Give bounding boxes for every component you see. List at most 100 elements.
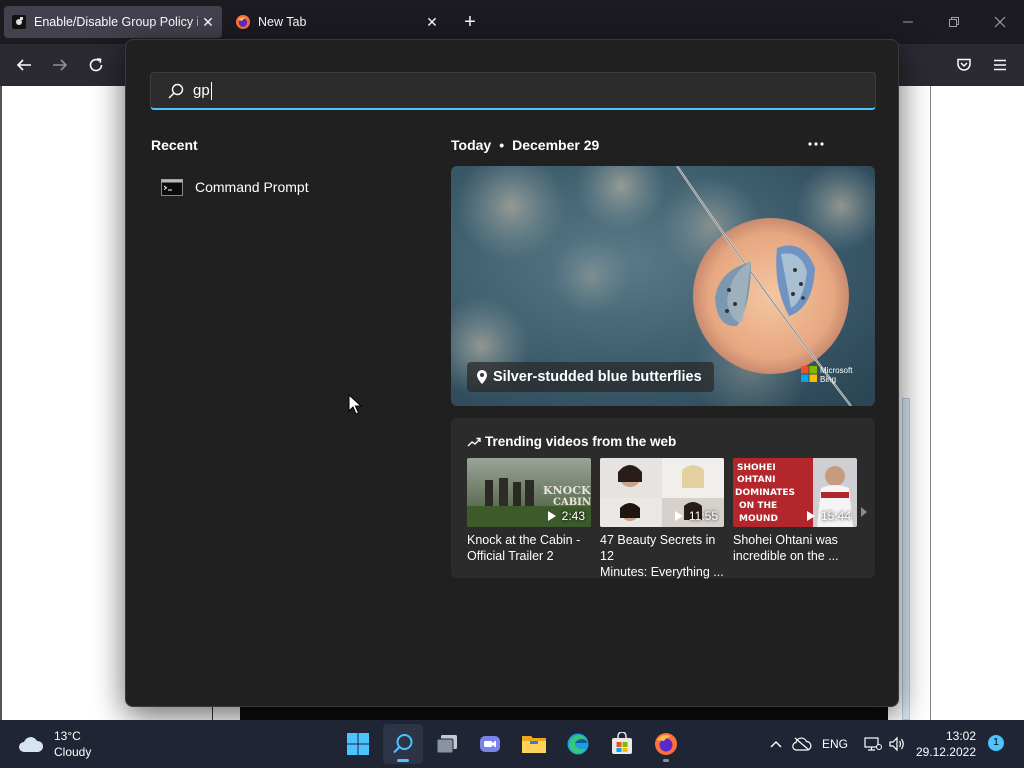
page-divider (212, 706, 213, 720)
svg-text:KNOCK: KNOCK (543, 484, 591, 497)
play-icon (674, 511, 683, 521)
browser-tab-strip: Enable/Disable Group Policy in ✕ New Tab… (0, 0, 1024, 44)
search-input[interactable]: gp (150, 72, 876, 110)
taskbar: 13°C Cloudy ENG 13:02 29.12.2022 1 (0, 720, 1024, 768)
folder-icon (522, 736, 546, 753)
bing-logo-text: Microsoft Bing (820, 366, 853, 384)
video-item[interactable]: SHOHEI OHTANI DOMINATES ON THE MOUND 15:… (733, 458, 857, 564)
close-tab-icon[interactable]: ✕ (198, 14, 218, 31)
start-button[interactable] (338, 724, 378, 764)
video-item[interactable]: 11:55 47 Beauty Secrets in 12 Minutes: E… (600, 458, 724, 580)
svg-text:OHTANI: OHTANI (737, 475, 775, 485)
text-caret (210, 81, 212, 100)
forward-arrow-icon[interactable] (49, 54, 71, 76)
system-clock[interactable]: 13:02 29.12.2022 (910, 728, 976, 760)
play-icon (547, 511, 556, 521)
close-window-icon[interactable] (990, 12, 1010, 32)
recent-item-label: Command Prompt (195, 179, 309, 195)
back-arrow-icon[interactable] (13, 54, 35, 76)
hamburger-menu-icon[interactable] (989, 54, 1011, 76)
task-view-icon (436, 735, 457, 754)
svg-text:MOUND: MOUND (739, 514, 778, 524)
windows-logo-icon (347, 733, 369, 755)
video-title: Shohei Ohtani was incredible on the ... (733, 533, 839, 563)
chat-icon (480, 736, 500, 752)
separator-dot: • (499, 137, 505, 153)
site-favicon (12, 15, 26, 29)
restore-icon[interactable] (944, 12, 964, 32)
show-hidden-icons-chevron-icon[interactable] (766, 734, 786, 754)
video-duration: 2:43 (547, 509, 585, 523)
video-thumbnail: KNOCK CABIN 2:43 (467, 458, 591, 527)
svg-text:DOMINATES: DOMINATES (735, 488, 795, 498)
teams-chat-button[interactable] (470, 724, 510, 764)
page-scroll-region (902, 398, 910, 720)
video-duration: 11:55 (674, 509, 718, 523)
edge-browser-button[interactable] (558, 724, 598, 764)
video-title: Knock at the Cabin - Official Trailer 2 (467, 533, 581, 563)
notification-badge[interactable]: 1 (988, 735, 1004, 751)
new-tab-button[interactable]: + (458, 10, 482, 34)
network-icon[interactable] (862, 734, 884, 754)
command-prompt-icon (161, 178, 183, 196)
firefox-taskbar-button[interactable] (646, 724, 686, 764)
more-options-icon[interactable] (802, 132, 830, 156)
language-indicator[interactable]: ENG (818, 734, 852, 754)
tab-title: Enable/Disable Group Policy in (34, 15, 198, 29)
tab-group-policy[interactable]: Enable/Disable Group Policy in ✕ (4, 6, 222, 38)
file-explorer-button[interactable] (514, 724, 554, 764)
minimize-icon[interactable] (898, 12, 918, 32)
search-icon (168, 83, 184, 98)
cloud-icon (19, 737, 44, 752)
firefox-icon (236, 15, 250, 29)
trending-videos-card: Trending videos from the web KNOCK CABIN… (451, 418, 875, 580)
active-indicator (397, 759, 409, 762)
running-indicator (663, 759, 669, 762)
svg-text:ON THE: ON THE (739, 501, 777, 511)
volume-icon[interactable] (886, 734, 908, 754)
edge-icon (567, 733, 589, 755)
trending-title: Trending videos from the web (467, 434, 676, 449)
close-tab-icon[interactable]: ✕ (422, 14, 442, 31)
page-dark-strip (240, 706, 888, 720)
firefox-icon (655, 733, 677, 755)
microsoft-bing-logo: Microsoft Bing (801, 366, 864, 384)
video-title: 47 Beauty Secrets in 12 Minutes: Everyth… (600, 533, 724, 579)
tab-new-tab[interactable]: New Tab ✕ (228, 6, 446, 38)
scroll-right-icon[interactable] (859, 506, 869, 518)
weather-condition: Cloudy (54, 745, 92, 759)
today-label: Today (451, 137, 492, 153)
clock-time: 13:02 (945, 729, 976, 743)
microsoft-store-button[interactable] (602, 724, 642, 764)
onedrive-cloud-icon[interactable] (790, 734, 814, 754)
search-icon (393, 734, 413, 754)
trending-arrow-icon (467, 437, 481, 446)
page-left-edge (0, 86, 2, 720)
video-thumbnail: SHOHEI OHTANI DOMINATES ON THE MOUND 15:… (733, 458, 857, 527)
recent-heading: Recent (151, 137, 198, 153)
clock-date: 29.12.2022 (915, 745, 976, 759)
taskbar-search-button[interactable] (383, 724, 423, 764)
image-caption[interactable]: Silver-studded blue butterflies (467, 362, 714, 392)
reload-icon[interactable] (85, 54, 107, 76)
windows-search-flyout: gp Recent Command Prompt Today • Decembe… (125, 39, 899, 707)
video-thumbnail: 11:55 (600, 458, 724, 527)
recent-item-command-prompt[interactable]: Command Prompt (151, 170, 421, 204)
microsoft-logo-icon (801, 366, 817, 382)
video-item[interactable]: KNOCK CABIN 2:43 Knock at the Cabin - Of… (467, 458, 591, 564)
task-view-button[interactable] (427, 724, 467, 764)
featured-image-card[interactable]: Silver-studded blue butterflies Microsof… (451, 166, 875, 406)
weather-widget[interactable]: 13°C Cloudy (10, 724, 156, 764)
svg-text:CABIN: CABIN (553, 497, 591, 508)
location-pin-icon (477, 370, 487, 384)
tab-title: New Tab (258, 15, 307, 29)
store-icon (612, 732, 632, 754)
mouse-cursor-icon (348, 394, 362, 415)
pocket-icon[interactable] (953, 54, 975, 76)
video-duration: 15:44 (806, 509, 851, 523)
search-query: gp (193, 82, 210, 99)
weather-temperature: 13°C (54, 729, 81, 743)
trending-title-text: Trending videos from the web (485, 434, 677, 449)
play-icon (806, 511, 815, 521)
caption-text: Silver-studded blue butterflies (493, 369, 702, 385)
